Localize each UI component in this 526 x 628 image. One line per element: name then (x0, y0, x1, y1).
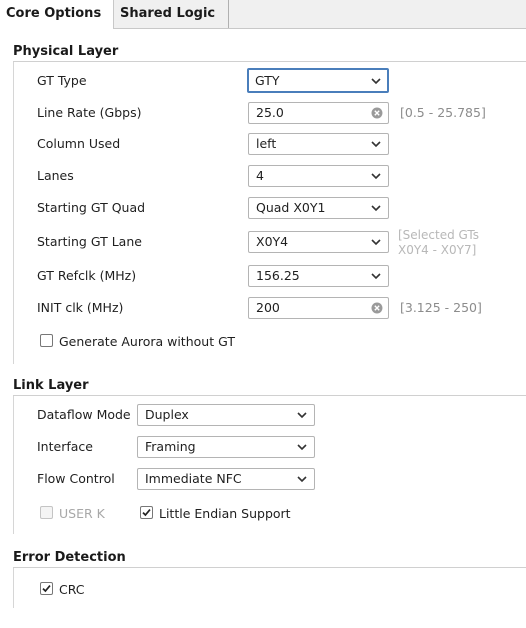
starting-gt-quad-value: Quad X0Y1 (256, 200, 326, 215)
selected-gts-hint-line1: [Selected GTs (398, 228, 479, 242)
starting-gt-quad-label: Starting GT Quad (37, 200, 146, 215)
chevron-down-icon (297, 412, 307, 419)
line-rate-range: [0.5 - 25.785] (400, 105, 486, 120)
starting-gt-quad-select[interactable]: Quad X0Y1 (248, 197, 389, 219)
checkmark-icon (142, 509, 151, 517)
generate-without-gt-checkbox[interactable] (40, 334, 53, 347)
lanes-select[interactable]: 4 (248, 165, 389, 187)
selected-gts-hint-line2: X0Y4 - X0Y7] (398, 243, 477, 257)
chevron-down-icon (371, 273, 381, 280)
interface-label: Interface (37, 439, 93, 454)
chevron-down-icon (297, 476, 307, 483)
error-detection-divider (13, 567, 526, 568)
gt-type-label: GT Type (37, 73, 87, 88)
little-endian-label: Little Endian Support (159, 506, 291, 521)
chevron-down-icon (297, 444, 307, 451)
init-clk-input[interactable]: 200 (248, 297, 389, 319)
flow-control-select[interactable]: Immediate NFC (137, 468, 315, 490)
lanes-label: Lanes (37, 168, 74, 183)
crc-checkbox[interactable] (40, 582, 53, 595)
column-used-label: Column Used (37, 136, 121, 151)
gt-type-select[interactable]: GTY (247, 68, 389, 93)
physical-layer-divider (13, 61, 526, 62)
link-layer-title: Link Layer (13, 378, 89, 393)
tab-core-options[interactable]: Core Options (0, 0, 114, 29)
flow-control-label: Flow Control (37, 471, 115, 486)
tab-shared-logic[interactable]: Shared Logic (114, 0, 229, 28)
starting-gt-lane-value: X0Y4 (256, 234, 289, 249)
starting-gt-lane-select[interactable]: X0Y4 (248, 231, 389, 253)
link-layer-border (13, 396, 14, 534)
init-clk-label: INIT clk (MHz) (37, 300, 124, 315)
gt-type-value: GTY (255, 73, 280, 88)
gt-refclk-label: GT Refclk (MHz) (37, 268, 137, 283)
error-detection-title: Error Detection (13, 550, 126, 565)
generate-without-gt-label: Generate Aurora without GT (59, 334, 235, 349)
physical-layer-title: Physical Layer (13, 44, 119, 59)
dataflow-mode-label: Dataflow Mode (37, 407, 131, 422)
checkmark-icon (42, 585, 51, 593)
chevron-down-icon (371, 173, 381, 180)
user-k-label: USER K (59, 506, 105, 521)
crc-label: CRC (59, 582, 85, 597)
little-endian-checkbox[interactable] (140, 506, 153, 519)
column-used-select[interactable]: left (248, 133, 389, 155)
chevron-down-icon (371, 205, 381, 212)
line-rate-value: 25.0 (256, 105, 284, 120)
gt-refclk-select[interactable]: 156.25 (248, 265, 389, 287)
link-layer-divider (13, 395, 526, 396)
chevron-down-icon (371, 78, 381, 85)
clear-icon[interactable] (371, 107, 383, 119)
physical-layer-border (13, 62, 14, 364)
dataflow-mode-select[interactable]: Duplex (137, 404, 315, 426)
line-rate-input[interactable]: 25.0 (248, 102, 389, 124)
lanes-value: 4 (256, 168, 264, 183)
chevron-down-icon (371, 239, 381, 246)
tab-bar: Core Options Shared Logic (0, 0, 526, 29)
dataflow-mode-value: Duplex (145, 407, 189, 422)
column-used-value: left (256, 136, 277, 151)
init-clk-range: [3.125 - 250] (400, 300, 482, 315)
gt-refclk-value: 156.25 (256, 268, 300, 283)
clear-icon[interactable] (371, 302, 383, 314)
init-clk-value: 200 (256, 300, 280, 315)
interface-select[interactable]: Framing (137, 436, 315, 458)
chevron-down-icon (371, 141, 381, 148)
user-k-checkbox[interactable] (40, 506, 53, 519)
starting-gt-lane-label: Starting GT Lane (37, 234, 142, 249)
flow-control-value: Immediate NFC (145, 471, 242, 486)
error-detection-border (13, 568, 14, 608)
interface-value: Framing (145, 439, 196, 454)
line-rate-label: Line Rate (Gbps) (37, 105, 142, 120)
